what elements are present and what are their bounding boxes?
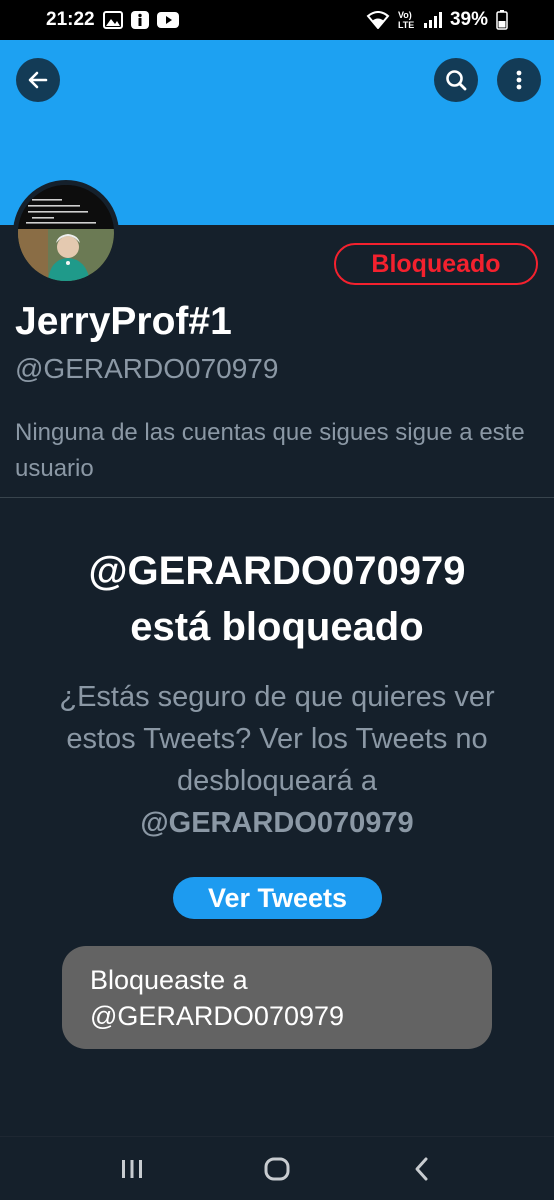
more-button[interactable] [497, 58, 541, 102]
wifi-icon [366, 11, 390, 29]
info-icon [130, 11, 149, 29]
network-label: Vo) LTE [397, 10, 415, 30]
status-bar-right: Vo) LTE 39% [366, 9, 508, 31]
home-icon [263, 1155, 291, 1183]
blocked-description-text: ¿Estás seguro de que quieres ver estos T… [59, 681, 495, 797]
blocked-description: ¿Estás seguro de que quieres ver estos T… [40, 676, 514, 844]
view-tweets-button[interactable]: Ver Tweets [173, 877, 382, 919]
youtube-icon [156, 12, 179, 28]
back-button[interactable] [16, 58, 60, 102]
profile-avatar[interactable] [13, 180, 119, 286]
status-bar: 21:22 Vo) LTE 39% [0, 0, 554, 40]
arrow-left-icon [26, 68, 50, 92]
divider [0, 497, 554, 498]
gallery-icon [102, 11, 123, 29]
back-icon [412, 1156, 432, 1182]
avatar-photo-icon [18, 185, 114, 281]
recent-apps-button[interactable] [102, 1144, 162, 1194]
battery-icon [496, 10, 508, 30]
battery-percent: 39% [449, 9, 488, 30]
status-time: 21:22 [46, 9, 95, 30]
system-nav-bar [0, 1136, 554, 1200]
signal-icon [423, 12, 442, 28]
blocked-title-suffix: está bloqueado [130, 605, 424, 649]
blocked-title: @GERARDO070979 está bloqueado [0, 543, 554, 655]
search-icon [444, 68, 468, 92]
more-vertical-icon [507, 68, 531, 92]
blocked-toast: Bloqueaste a @GERARDO070979 [62, 946, 492, 1049]
blocked-badge-button[interactable]: Bloqueado [334, 243, 538, 285]
toast-line-1: Bloqueaste a [90, 965, 248, 995]
toast-line-2: @GERARDO070979 [90, 1001, 345, 1031]
recent-apps-icon [119, 1157, 145, 1181]
avatar-image [18, 185, 114, 281]
back-nav-button[interactable] [392, 1144, 452, 1194]
home-button[interactable] [247, 1144, 307, 1194]
blocked-title-handle: @GERARDO070979 [88, 549, 466, 593]
blocked-description-handle: @GERARDO070979 [140, 807, 414, 839]
search-button[interactable] [434, 58, 478, 102]
followers-note: Ninguna de las cuentas que sigues sigue … [15, 419, 525, 482]
profile-handle: @GERARDO070979 [15, 353, 279, 384]
status-bar-left: 21:22 [46, 9, 179, 31]
profile-display-name: JerryProf#1 [15, 300, 232, 343]
